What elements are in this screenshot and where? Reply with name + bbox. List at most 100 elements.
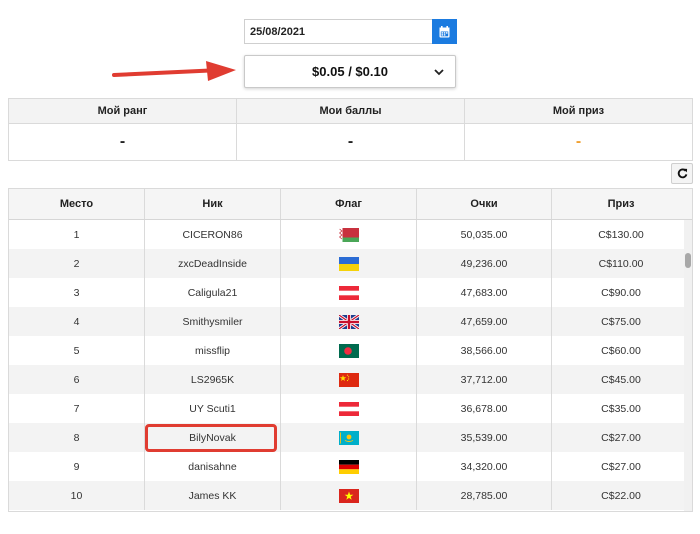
my-points: Мои баллы - bbox=[237, 99, 465, 160]
table-header: Место Ник Флаг Очки Приз bbox=[9, 189, 692, 220]
place-cell: 1 bbox=[9, 220, 145, 249]
points-cell: 35,539.00 bbox=[417, 423, 552, 452]
nick-cell: BilyNovak bbox=[145, 423, 281, 452]
flag-cell bbox=[281, 307, 417, 336]
points-cell: 50,035.00 bbox=[417, 220, 552, 249]
nick-cell: danisahne bbox=[145, 452, 281, 481]
nick-cell: Caligula21 bbox=[145, 278, 281, 307]
flag-austria-icon bbox=[338, 285, 359, 300]
points-cell: 34,320.00 bbox=[417, 452, 552, 481]
table-row[interactable]: 9 danisahne 34,320.00 C$27.00 bbox=[9, 452, 692, 481]
nick-cell: Smithysmiler bbox=[145, 307, 281, 336]
refresh-icon bbox=[677, 168, 687, 179]
flag-cell bbox=[281, 452, 417, 481]
points-cell: 36,678.00 bbox=[417, 394, 552, 423]
place-cell: 10 bbox=[9, 481, 145, 510]
points-cell: 37,712.00 bbox=[417, 365, 552, 394]
flag-cell bbox=[281, 423, 417, 452]
place-cell: 4 bbox=[9, 307, 145, 336]
date-picker: 25/08/2021 bbox=[244, 19, 457, 44]
flag-cell bbox=[281, 394, 417, 423]
nick-cell: CICERON86 bbox=[145, 220, 281, 249]
header-points[interactable]: Очки bbox=[417, 189, 552, 219]
chevron-down-icon bbox=[434, 69, 444, 76]
calendar-button[interactable] bbox=[432, 19, 457, 44]
prize-cell: C$27.00 bbox=[601, 431, 641, 444]
flag-cell bbox=[281, 481, 417, 510]
points-cell: 47,659.00 bbox=[417, 307, 552, 336]
place-cell: 7 bbox=[9, 394, 145, 423]
points-cell: 28,785.00 bbox=[417, 481, 552, 510]
refresh-button[interactable] bbox=[671, 163, 693, 184]
flag-cell bbox=[281, 365, 417, 394]
my-prize-value: - bbox=[575, 133, 582, 150]
flag-ukraine-icon bbox=[338, 256, 359, 271]
place-cell: 3 bbox=[9, 278, 145, 307]
stakes-select-value: $0.05 / $0.10 bbox=[312, 64, 388, 79]
my-points-value: - bbox=[347, 133, 354, 150]
prize-cell: C$90.00 bbox=[601, 286, 641, 299]
flag-bangladesh-icon bbox=[338, 343, 359, 358]
place-cell: 2 bbox=[9, 249, 145, 278]
my-points-label: Мои баллы bbox=[237, 99, 464, 124]
table-row[interactable]: 7 UY Scuti1 36,678.00 C$35.00 bbox=[9, 394, 692, 423]
annotation-arrow bbox=[112, 61, 236, 81]
place-cell: 6 bbox=[9, 365, 145, 394]
my-stats-panel: Мой ранг - Мои баллы - Мой приз - bbox=[8, 98, 693, 161]
header-prize[interactable]: Приз bbox=[552, 189, 690, 219]
table-row[interactable]: 2 zxcDeadInside 49,236.00 C$110.00 bbox=[9, 249, 692, 278]
flag-cell bbox=[281, 278, 417, 307]
leaderboard-table: Место Ник Флаг Очки Приз 1 CICERON86 50,03… bbox=[8, 188, 693, 512]
prize-cell: C$60.00 bbox=[601, 344, 641, 357]
table-body: 1 CICERON86 50,035.00 C$130.00 2 zxcDeadInsid… bbox=[9, 220, 692, 510]
nick-cell: James KK bbox=[145, 481, 281, 510]
my-rank: Мой ранг - bbox=[9, 99, 237, 160]
stakes-select[interactable]: $0.05 / $0.10 bbox=[244, 55, 456, 88]
scrollbar[interactable] bbox=[684, 220, 692, 511]
flag-cell bbox=[281, 220, 417, 249]
flag-vietnam-icon bbox=[338, 488, 359, 503]
flag-austria-icon bbox=[338, 401, 359, 416]
flag-united-kingdom-icon bbox=[338, 314, 359, 329]
table-row[interactable]: 6 LS2965K 37,712.00 C$45.00 bbox=[9, 365, 692, 394]
prize-cell: C$45.00 bbox=[601, 373, 641, 386]
prize-cell: C$110.00 bbox=[598, 257, 644, 270]
calendar-icon bbox=[439, 25, 450, 37]
nick-cell: zxcDeadInside bbox=[145, 249, 281, 278]
points-cell: 38,566.00 bbox=[417, 336, 552, 365]
table-row[interactable]: 1 CICERON86 50,035.00 C$130.00 bbox=[9, 220, 692, 249]
header-flag[interactable]: Флаг bbox=[281, 189, 417, 219]
flag-cell bbox=[281, 249, 417, 278]
header-nick[interactable]: Ник bbox=[145, 189, 281, 219]
scrollbar-thumb[interactable] bbox=[685, 253, 691, 268]
place-cell: 9 bbox=[9, 452, 145, 481]
place-cell: 5 bbox=[9, 336, 145, 365]
nick-cell: LS2965K bbox=[145, 365, 281, 394]
prize-cell: C$27.00 bbox=[601, 460, 641, 473]
nick-cell: missflip bbox=[145, 336, 281, 365]
flag-china-icon bbox=[338, 372, 359, 387]
flag-germany-icon bbox=[338, 459, 359, 474]
place-cell: 8 bbox=[9, 423, 145, 452]
prize-cell: C$75.00 bbox=[601, 315, 641, 328]
flag-belarus-icon bbox=[338, 227, 359, 242]
date-input[interactable]: 25/08/2021 bbox=[244, 19, 432, 44]
table-row[interactable]: 4 Smithysmiler 47,659.00 C$75.00 bbox=[9, 307, 692, 336]
flag-cell bbox=[281, 336, 417, 365]
nick-cell: UY Scuti1 bbox=[145, 394, 281, 423]
flag-kazakhstan-icon bbox=[338, 430, 359, 445]
table-row[interactable]: 3 Caligula21 47,683.00 C$90.00 bbox=[9, 278, 692, 307]
points-cell: 47,683.00 bbox=[417, 278, 552, 307]
prize-cell: C$35.00 bbox=[601, 402, 641, 415]
my-prize-label: Мой приз bbox=[465, 99, 692, 124]
prize-cell: C$22.00 bbox=[601, 489, 641, 502]
points-cell: 49,236.00 bbox=[417, 249, 552, 278]
my-prize: Мой приз - bbox=[465, 99, 692, 160]
my-rank-label: Мой ранг bbox=[9, 99, 236, 124]
prize-cell: C$130.00 bbox=[598, 228, 644, 241]
table-row[interactable]: 8 BilyNovak 35,539.00 C$27.00 bbox=[9, 423, 692, 452]
table-row[interactable]: 10 James KK 28,785.00 C$22.00 bbox=[9, 481, 692, 510]
header-place[interactable]: Место bbox=[9, 189, 145, 219]
my-rank-value: - bbox=[119, 133, 126, 150]
table-row[interactable]: 5 missflip 38,566.00 C$60.00 bbox=[9, 336, 692, 365]
